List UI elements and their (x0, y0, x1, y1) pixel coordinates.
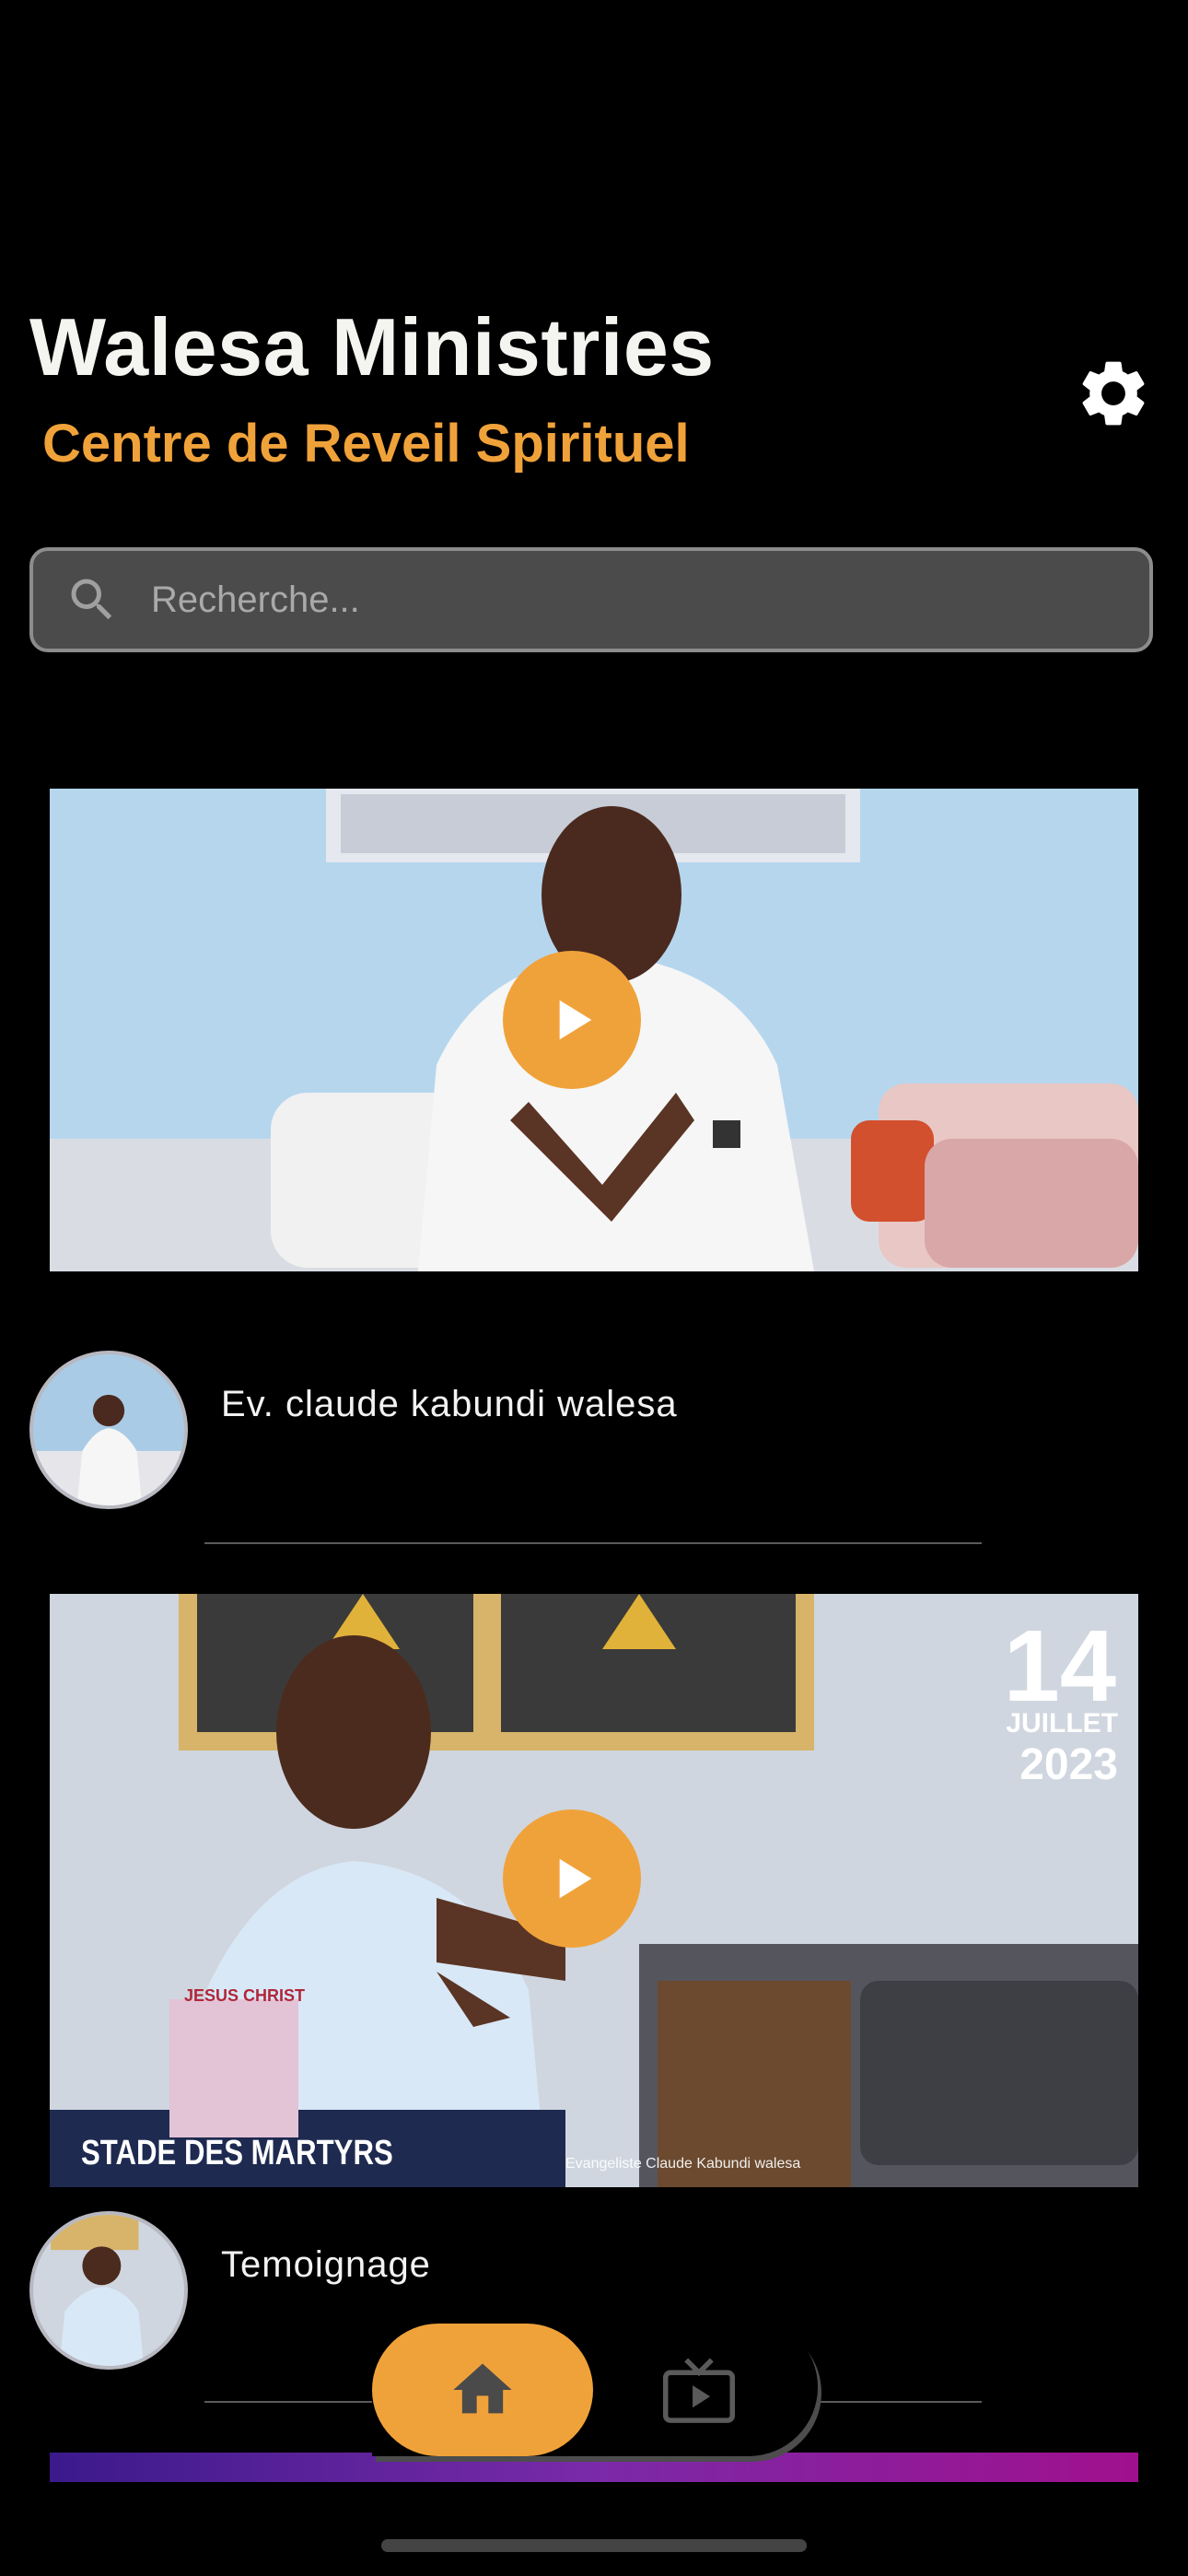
gear-icon (1082, 361, 1145, 426)
video-title[interactable]: Temoignage (221, 2244, 431, 2286)
app-subtitle: Centre de Reveil Spirituel (42, 414, 690, 474)
home-icon (453, 2363, 512, 2414)
play-icon (559, 1858, 592, 1899)
nav-home-button[interactable] (372, 2324, 593, 2456)
video-title[interactable]: Ev. claude kabundi walesa (221, 1384, 678, 1425)
video-thumbnail[interactable] (50, 2453, 1138, 2482)
settings-button[interactable] (1070, 350, 1157, 437)
search-input[interactable] (149, 578, 1074, 622)
overlay-day: 14 (1003, 1610, 1116, 1723)
overlay-social: Evangeliste Claude Kabundi walesa (565, 2156, 801, 2172)
bottom-nav (372, 2318, 818, 2456)
divider (204, 1542, 982, 1544)
avatar (29, 2211, 188, 2370)
search-bar[interactable] (29, 547, 1153, 652)
overlay-venue: STADE DES MARTYRS (81, 2134, 393, 2172)
overlay-banner: JESUS CHRIST (184, 1986, 306, 2005)
nav-tv-button[interactable] (658, 2355, 740, 2429)
app-title: Walesa Ministries (29, 301, 715, 392)
overlay-month: JUILLET (1006, 1708, 1118, 1739)
avatar (29, 1351, 188, 1509)
video-thumbnail[interactable]: 14 JUILLET 2023 JESUS CHRIST STADE DES M… (50, 1594, 1138, 2187)
play-icon (559, 1000, 592, 1040)
play-button[interactable] (503, 951, 641, 1089)
search-icon (71, 579, 112, 620)
tv-play-icon (662, 2358, 736, 2423)
home-indicator (381, 2539, 807, 2552)
play-button[interactable] (503, 1809, 641, 1948)
video-thumbnail[interactable] (50, 789, 1138, 1271)
overlay-year: 2023 (1019, 1740, 1118, 1789)
